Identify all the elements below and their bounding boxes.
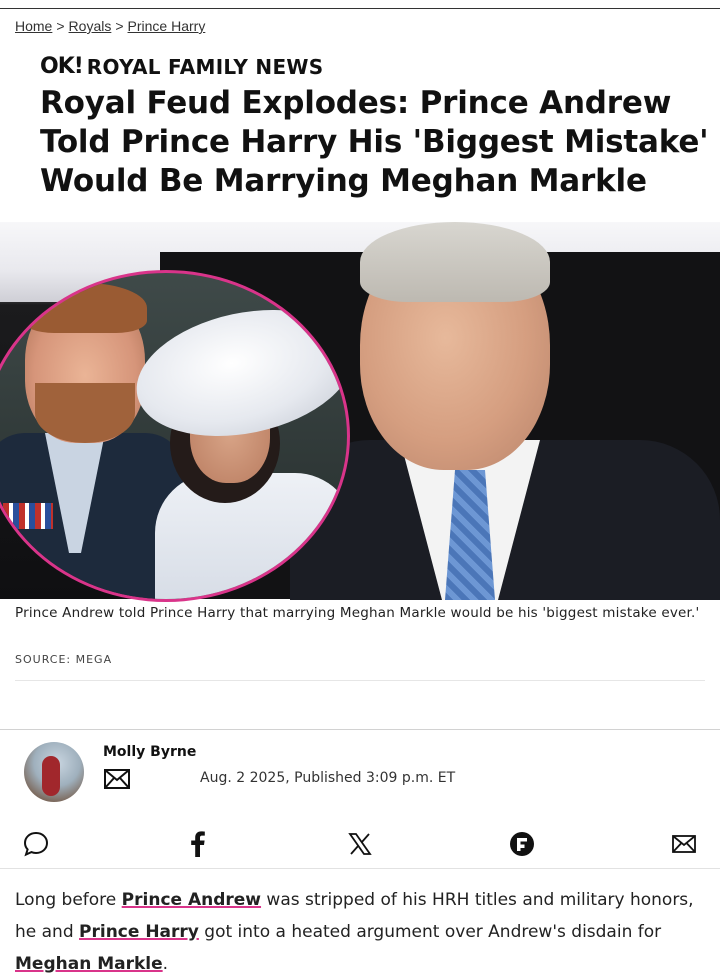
image-caption: Prince Andrew told Prince Harry that mar… [15, 605, 700, 621]
facebook-icon[interactable] [184, 830, 212, 858]
breadcrumb-home-link[interactable]: Home [15, 18, 52, 34]
prince-harry-link[interactable]: Prince Harry [79, 922, 199, 942]
top-divider [0, 8, 720, 9]
breadcrumb-separator: > [56, 18, 65, 34]
publish-date: Aug. 2 2025, Published 3:09 p.m. ET [200, 770, 456, 786]
meghan-hat [124, 291, 347, 455]
paragraph-text: Long before [15, 890, 122, 910]
flipboard-icon[interactable] [508, 830, 536, 858]
breadcrumb-separator: > [115, 18, 124, 34]
ok-logo: OK! [40, 54, 84, 79]
author-name[interactable]: Molly Byrne [103, 744, 196, 760]
avatar-figure [42, 756, 60, 796]
x-icon[interactable] [346, 830, 374, 858]
email-icon[interactable] [670, 830, 698, 858]
paragraph-text: got into a heated argument over Andrew's… [198, 922, 662, 942]
harry-hair [23, 283, 147, 333]
inset-photo-circle [0, 270, 350, 602]
article-paragraph: Long before Prince Andrew was stripped o… [15, 884, 710, 980]
section-name: ROYAL FAMILY NEWS [86, 54, 324, 79]
share-divider [0, 868, 720, 869]
meghan-markle-link[interactable]: Meghan Markle [15, 954, 163, 974]
comment-icon[interactable] [22, 830, 50, 858]
author-avatar[interactable] [24, 742, 84, 802]
caption-divider [15, 680, 705, 681]
author-email-icon[interactable] [104, 769, 130, 789]
section-brand[interactable]: OK! ROYAL FAMILY NEWS [40, 54, 323, 79]
breadcrumb-royals-link[interactable]: Royals [69, 18, 112, 34]
prince-andrew-link[interactable]: Prince Andrew [122, 890, 261, 910]
andrew-hair [360, 222, 550, 302]
paragraph-text: . [162, 954, 169, 974]
article-headline: Royal Feud Explodes: Prince Andrew Told … [40, 85, 709, 199]
breadcrumb-prince-harry-link[interactable]: Prince Harry [128, 18, 206, 34]
image-source: SOURCE: MEGA [15, 653, 113, 666]
harry-beard [35, 383, 135, 443]
breadcrumb: Home > Royals > Prince Harry [15, 18, 205, 34]
harry-medals [3, 503, 53, 529]
byline-divider [0, 729, 720, 730]
